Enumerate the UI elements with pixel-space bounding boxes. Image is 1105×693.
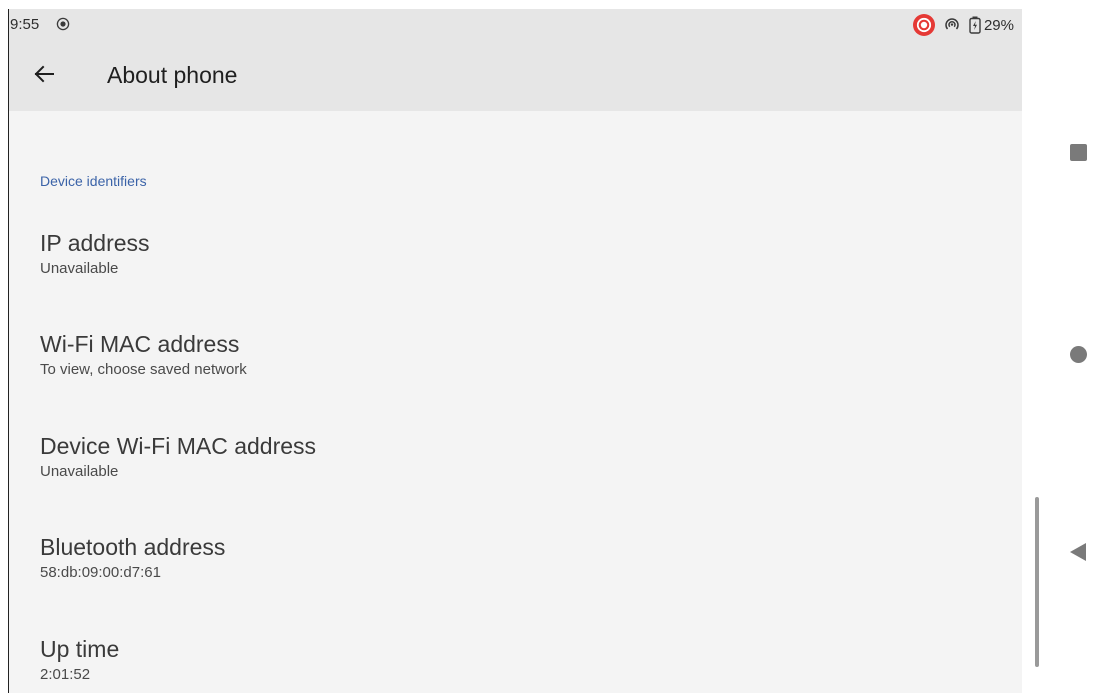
hotspot-icon xyxy=(945,18,959,30)
battery-indicator: 29% xyxy=(969,16,1014,34)
screen-record-icon xyxy=(56,17,70,31)
settings-list: Device identifiers IP address Unavailabl… xyxy=(9,111,1022,693)
pref-wifi-mac-address[interactable]: Wi-Fi MAC address To view, choose saved … xyxy=(40,330,1000,380)
recording-alert-icon xyxy=(912,14,935,36)
pref-title: Bluetooth address xyxy=(40,534,226,560)
status-bar: 9:55 29% xyxy=(9,9,1022,39)
status-icons: 29% xyxy=(912,14,1014,36)
app-bar: About phone xyxy=(9,39,1022,111)
pref-bluetooth-address[interactable]: Bluetooth address 58:db:09:00:d7:61 xyxy=(40,533,1000,583)
recents-square-icon[interactable] xyxy=(1070,144,1087,161)
navigation-bar xyxy=(1050,9,1105,693)
pref-title: Up time xyxy=(40,636,120,662)
pref-summary: 58:db:09:00:d7:61 xyxy=(40,564,161,581)
page-title: About phone xyxy=(107,62,238,88)
battery-percent: 29% xyxy=(983,16,1014,34)
section-header: Device identifiers xyxy=(40,173,147,189)
pref-title: Wi-Fi MAC address xyxy=(40,331,240,357)
battery-charging-icon xyxy=(969,16,981,34)
pref-title: Device Wi-Fi MAC address xyxy=(40,433,317,459)
home-circle-icon[interactable] xyxy=(1070,346,1087,363)
settings-screen: 9:55 29% About phone Device identifiers … xyxy=(9,9,1022,693)
back-triangle-icon[interactable] xyxy=(1070,543,1086,561)
pref-summary: To view, choose saved network xyxy=(40,361,247,378)
pref-up-time[interactable]: Up time 2:01:52 xyxy=(40,635,1000,685)
pref-summary: Unavailable xyxy=(40,260,119,277)
pref-ip-address[interactable]: IP address Unavailable xyxy=(40,229,1000,279)
pref-summary: Unavailable xyxy=(40,463,119,480)
status-time: 9:55 xyxy=(10,16,40,33)
pref-summary: 2:01:52 xyxy=(40,666,91,683)
scrollbar[interactable] xyxy=(1035,497,1039,667)
pref-title: IP address xyxy=(40,230,150,256)
back-button[interactable] xyxy=(27,57,61,91)
arrow-back-icon xyxy=(34,65,54,83)
pref-device-wifi-mac-address[interactable]: Device Wi-Fi MAC address Unavailable xyxy=(40,432,1000,482)
